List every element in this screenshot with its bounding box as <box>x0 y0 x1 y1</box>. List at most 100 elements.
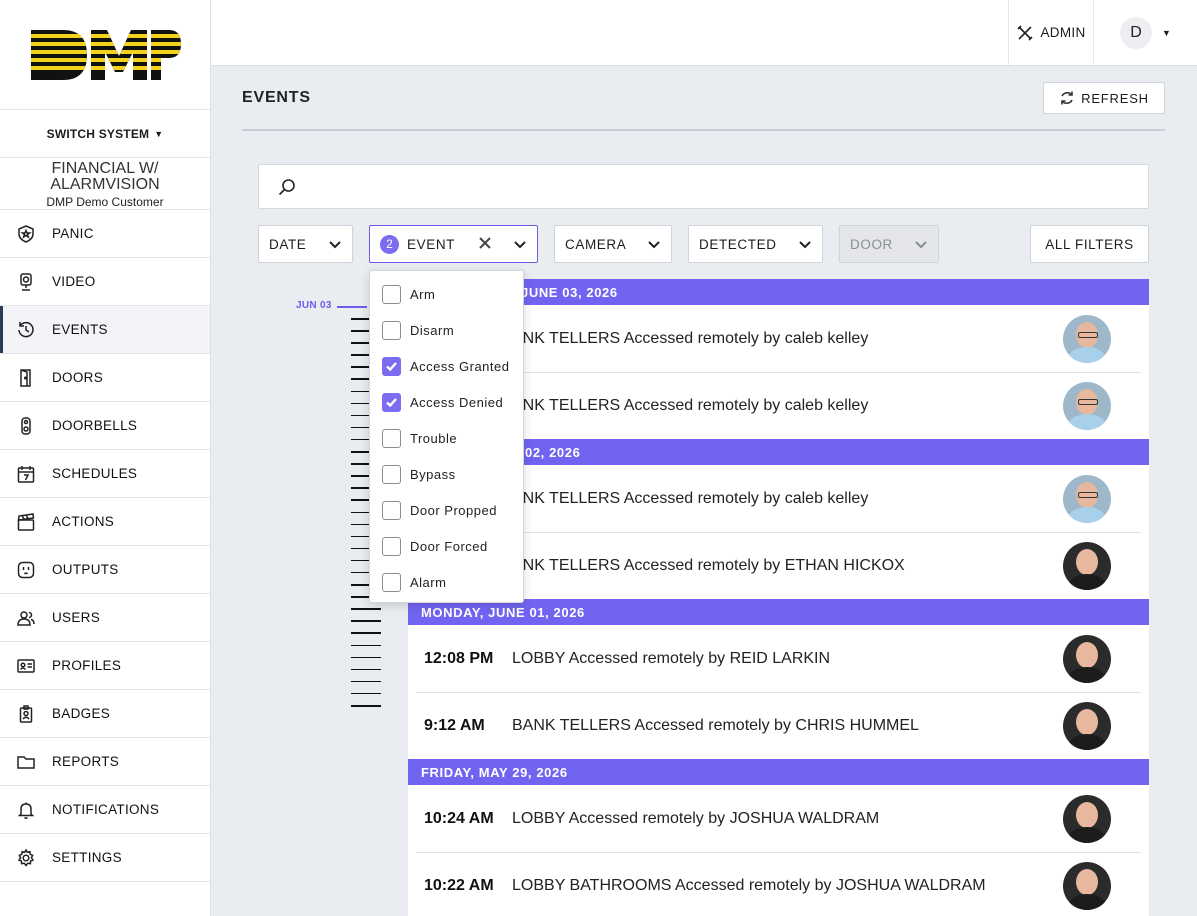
folder-icon <box>16 752 36 772</box>
user-photo[interactable] <box>1063 314 1111 363</box>
user-photo[interactable] <box>1063 861 1111 910</box>
sidebar-item-label: DOORBELLS <box>52 418 138 433</box>
bell-icon <box>16 800 36 820</box>
event-row[interactable]: 10:24 AM LOBBY Accessed remotely by JOSH… <box>408 785 1149 852</box>
user-photo[interactable] <box>1063 381 1111 430</box>
sidebar-item-badges[interactable]: BADGES <box>0 690 210 738</box>
detected-filter[interactable]: DETECTED <box>688 225 823 263</box>
top-bar: ADMIN D ▼ <box>211 0 1197 66</box>
head <box>1076 801 1098 828</box>
event-description: ANK TELLERS Accessed remotely by caleb k… <box>512 396 869 414</box>
clear-icon[interactable] <box>479 237 491 249</box>
sidebar-item-schedules[interactable]: SCHEDULES <box>0 450 210 498</box>
date-header-label: 02, 2026 <box>525 444 581 460</box>
all-filters-button[interactable]: ALL FILTERS <box>1030 225 1149 263</box>
timeline-tick <box>351 620 381 622</box>
timeline-tick <box>351 632 381 634</box>
checkbox[interactable] <box>382 572 401 592</box>
check-icon <box>386 397 397 407</box>
sidebar-item-profiles[interactable]: PROFILES <box>0 642 210 690</box>
checkbox[interactable] <box>382 464 401 484</box>
gear-icon <box>16 847 36 868</box>
event-description: ANK TELLERS Accessed remotely by caleb k… <box>512 489 869 507</box>
checkbox[interactable] <box>382 428 401 448</box>
door-icon <box>16 368 36 388</box>
event-option-door-propped[interactable]: Door Propped <box>370 492 523 528</box>
user-photo[interactable] <box>1063 701 1111 750</box>
event-row[interactable]: 9:12 AM BANK TELLERS Accessed remotely b… <box>408 692 1149 759</box>
event-row[interactable]: 12:08 PM LOBBY Accessed remotely by REID… <box>408 625 1149 692</box>
admin-button[interactable]: ADMIN <box>1008 0 1093 65</box>
sidebar-item-label: PANIC <box>52 226 94 241</box>
event-option-disarm[interactable]: Disarm <box>370 312 523 348</box>
search-input[interactable] <box>305 165 1148 208</box>
user-photo[interactable] <box>1063 794 1111 843</box>
checkbox[interactable] <box>382 392 401 412</box>
checkbox[interactable] <box>382 320 401 340</box>
user-photo[interactable] <box>1063 634 1111 683</box>
head <box>1076 708 1098 735</box>
date-header-label: FRIDAY, MAY 29, 2026 <box>421 764 568 780</box>
refresh-button[interactable]: REFRESH <box>1043 82 1165 114</box>
clapperboard-icon <box>16 512 36 532</box>
history-icon <box>16 320 36 340</box>
timeline-marker-label: JUN 03 <box>296 300 332 311</box>
event-time: 12:08 PM <box>424 649 494 667</box>
checkbox[interactable] <box>382 284 401 304</box>
sidebar-item-actions[interactable]: ACTIONS <box>0 498 210 546</box>
sidebar-item-outputs[interactable]: OUTPUTS <box>0 546 210 594</box>
event-option-alarm[interactable]: Alarm <box>370 564 523 600</box>
event-filter-count-badge: 2 <box>380 234 399 254</box>
event-row[interactable]: 10:22 AM LOBBY BATHROOMS Accessed remote… <box>408 852 1149 916</box>
date-filter-label: DATE <box>269 236 307 252</box>
sidebar-item-label: USERS <box>52 610 101 625</box>
user-menu[interactable]: D ▼ <box>1093 0 1197 65</box>
sidebar-item-doors[interactable]: DOORS <box>0 354 210 402</box>
shield-star-icon <box>16 224 36 244</box>
date-filter[interactable]: DATE <box>258 225 353 263</box>
chevron-down-icon <box>915 241 927 249</box>
sidebar-item-users[interactable]: USERS <box>0 594 210 642</box>
sidebar-item-panic[interactable]: PANIC <box>0 210 210 258</box>
event-option-door-forced[interactable]: Door Forced <box>370 528 523 564</box>
dmp-logo[interactable] <box>29 26 181 84</box>
logo-area <box>0 0 210 110</box>
timeline-marker[interactable] <box>337 306 367 308</box>
timeline-tick <box>351 668 381 671</box>
event-filter[interactable]: 2 EVENT <box>369 225 538 263</box>
calendar-icon <box>16 464 36 484</box>
checkbox[interactable] <box>382 356 401 376</box>
event-option-access-granted[interactable]: Access Granted <box>370 348 523 384</box>
sidebar-item-label: OUTPUTS <box>52 562 119 577</box>
event-option-arm[interactable]: Arm <box>370 276 523 312</box>
event-option-trouble[interactable]: Trouble <box>370 420 523 456</box>
event-description: ANK TELLERS Accessed remotely by ETHAN H… <box>512 556 905 574</box>
sidebar-item-settings[interactable]: SETTINGS <box>0 834 210 882</box>
search-icon <box>278 178 295 195</box>
checkbox[interactable] <box>382 536 401 556</box>
event-option-bypass[interactable]: Bypass <box>370 456 523 492</box>
doorbell-icon <box>16 416 36 436</box>
camera-filter[interactable]: CAMERA <box>554 225 672 263</box>
user-photo[interactable] <box>1063 474 1111 523</box>
caret-down-icon: ▼ <box>154 128 164 139</box>
sidebar-item-reports[interactable]: REPORTS <box>0 738 210 786</box>
event-filter-label: EVENT <box>407 236 456 252</box>
sidebar-item-doorbells[interactable]: DOORBELLS <box>0 402 210 450</box>
sidebar-item-video[interactable]: VIDEO <box>0 258 210 306</box>
user-photo[interactable] <box>1063 541 1111 590</box>
body <box>1068 733 1106 750</box>
chevron-down-icon <box>799 241 811 249</box>
event-option-access-denied[interactable]: Access Denied <box>370 384 523 420</box>
event-description: LOBBY Accessed remotely by JOSHUA WALDRA… <box>512 809 880 827</box>
head <box>1076 868 1098 895</box>
switch-system-button[interactable]: SWITCH SYSTEM ▼ <box>0 110 210 158</box>
sidebar-item-notifications[interactable]: NOTIFICATIONS <box>0 786 210 834</box>
caret-down-icon: ▼ <box>1162 27 1171 38</box>
timeline-tick <box>351 680 381 683</box>
sidebar-item-events[interactable]: EVENTS <box>0 306 210 354</box>
event-option-label: Door Propped <box>410 502 497 518</box>
event-description: LOBBY BATHROOMS Accessed remotely by JOS… <box>512 876 986 894</box>
checkbox[interactable] <box>382 500 401 520</box>
refresh-label: REFRESH <box>1081 90 1149 106</box>
